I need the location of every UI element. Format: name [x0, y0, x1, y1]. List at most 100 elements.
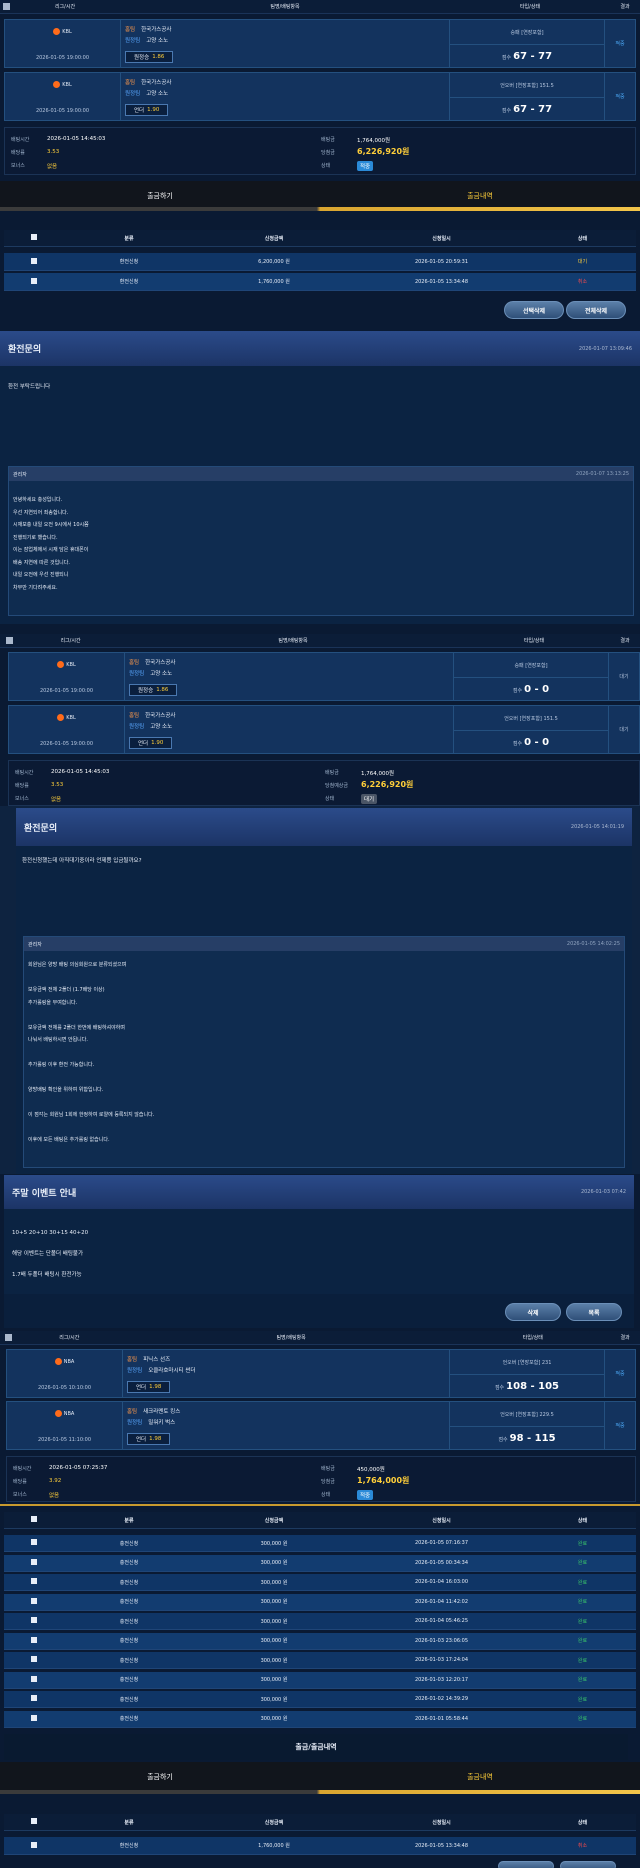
row-checkbox[interactable]: [31, 1695, 37, 1701]
tab-underline: [0, 1790, 640, 1794]
result-badge: 적중: [615, 1423, 625, 1429]
delete-selected-button[interactable]: [498, 1861, 554, 1868]
pick-box: 언더 1.98: [127, 1433, 171, 1445]
inquiry-title: 환전문의: [8, 345, 42, 355]
result-badge: 적중: [615, 41, 625, 47]
select-all-checkbox[interactable]: [31, 1818, 37, 1824]
header-checkbox[interactable]: [5, 1334, 12, 1341]
col-bet-items: 팀명/배팅항목: [270, 4, 300, 10]
home-tag: 홈팀: [125, 27, 136, 33]
delete-all-button[interactable]: [560, 1861, 616, 1868]
score-label: 점수: [501, 55, 512, 61]
table-row[interactable]: 충전신청 300,000 원 2026-01-03 23:06:05 완료: [4, 1632, 636, 1650]
table-row[interactable]: 환전신청 1,760,000 원 2026-01-05 13:34:48 취소: [4, 1837, 636, 1855]
table-row[interactable]: 충전신청 300,000 원 2026-01-04 11:42:02 완료: [4, 1593, 636, 1611]
row-checkbox[interactable]: [31, 1578, 37, 1584]
table-row[interactable]: 충전신청 300,000 원 2026-01-03 17:24:04 완료: [4, 1652, 636, 1669]
row-checkbox[interactable]: [31, 1617, 37, 1623]
away-team: 고양 소노: [146, 38, 169, 44]
row-checkbox[interactable]: [31, 1656, 37, 1662]
away-tag: 원정팀: [125, 38, 141, 44]
bet-type: 승패 [연장포함]: [510, 30, 544, 36]
row-checkbox[interactable]: [31, 1539, 37, 1545]
delete-button[interactable]: 삭제: [505, 1303, 561, 1321]
table-row[interactable]: 충전신청 300,000 원 2026-01-03 12:20:17 완료: [4, 1671, 636, 1689]
bet-row: NBA 2026-01-05 11:10:00 홈팀 새크라멘토 킹스 원정팀 밀워키…: [6, 1401, 636, 1450]
result-badge: 대기: [619, 674, 629, 680]
inquiry-body: 환전 부탁드립니다: [0, 366, 640, 456]
bet-time: 2026-01-05 14:45:03: [47, 136, 106, 142]
admin-reply: 관리자 2026-01-07 13:13:25 안녕하세요 충성입니다. 우선 지…: [8, 466, 634, 616]
row-checkbox[interactable]: [31, 1636, 37, 1643]
score: 108 - 105: [506, 1381, 560, 1392]
delete-selected-button[interactable]: 선택삭제: [504, 301, 564, 319]
status-text: 완료: [577, 1599, 588, 1605]
status-text: 완료: [577, 1618, 588, 1625]
reply-author: 관리자: [13, 471, 27, 478]
table-row[interactable]: 충전신청 300,000 원 2026-01-04 05:46:25 완료: [4, 1613, 636, 1630]
bet-summary: 배팅시간 2026-01-05 14:45:03 배당률 3.53 보너스 없음…: [4, 127, 636, 175]
row-checkbox[interactable]: [31, 257, 37, 264]
basketball-icon: [53, 81, 61, 88]
table-row[interactable]: 환전신청 6,200,000 원 2026-01-05 20:59:31 대기: [4, 253, 636, 271]
status-text: 완료: [577, 1540, 588, 1547]
row-checkbox[interactable]: [31, 1714, 37, 1721]
tab-withdraw[interactable]: 출금하기: [0, 1762, 320, 1792]
table-row[interactable]: 충전신청 300,000 원 2026-01-04 16:03:00 완료: [4, 1574, 636, 1591]
row-checkbox[interactable]: [31, 277, 37, 284]
event-header: 주말 이벤트 안내 2026-01-03 07:42: [4, 1175, 634, 1209]
table-row[interactable]: 충전신청 300,000 원 2026-01-05 07:16:37 완료: [4, 1535, 636, 1552]
pick-box: 원정승 1.86: [125, 51, 174, 63]
header-checkbox[interactable]: [3, 3, 10, 10]
row-checkbox[interactable]: [31, 1841, 37, 1848]
score: 0 - 0: [524, 737, 550, 748]
score: 67 - 77: [513, 51, 553, 62]
table-row[interactable]: 충전신청 300,000 원 2026-01-02 14:39:29 완료: [4, 1691, 636, 1708]
inquiry-date: 2026-01-07 13:09:46: [578, 345, 632, 352]
bet-table-header: 리그/시간 팀명/배팅항목 타입/상태 결과: [0, 0, 640, 14]
tab-withdraw-history[interactable]: 출금내역: [320, 1762, 640, 1792]
row-checkbox[interactable]: [31, 1675, 37, 1682]
bet-row: KBL 2026-01-05 19:00:00 홈팀 한국가스공사 원정팀 고양 소노…: [8, 652, 640, 701]
table-row[interactable]: 환전신청 1,760,000 원 2026-01-05 13:34:48 취소: [4, 273, 636, 291]
row-checkbox[interactable]: [31, 1597, 37, 1604]
event-title: 주말 이벤트 안내: [12, 1188, 77, 1199]
select-all-checkbox[interactable]: [31, 234, 37, 240]
status-text: 완료: [577, 1696, 588, 1703]
bet-row: KBL 2026-01-05 19:00:00 홈팀 한국가스공사 원정팀 고양 소노…: [4, 72, 636, 121]
history-table-header: 분류 신청금액 신청일시 상태: [4, 230, 636, 247]
inquiry-header: 환전문의 2026-01-07 13:09:46: [0, 331, 640, 366]
win-amount: 6,226,920원: [357, 147, 410, 156]
delete-all-button[interactable]: 전체삭제: [566, 301, 626, 319]
inquiry-text: 환전 부탁드립니다: [8, 384, 51, 390]
score: 0 - 0: [524, 684, 550, 695]
league-name: KBL: [62, 82, 72, 88]
row-checkbox[interactable]: [31, 1558, 37, 1565]
pick-box: 원정승 1.86: [129, 684, 178, 696]
status-text: 취소: [577, 1843, 588, 1849]
table-row[interactable]: 충전신청 300,000 원 2026-01-05 00:34:34 완료: [4, 1554, 636, 1572]
status-text: 대기: [577, 259, 588, 265]
select-all-checkbox[interactable]: [31, 1516, 37, 1522]
home-tag: 홈팀: [125, 80, 136, 86]
table-row[interactable]: 충전신청 300,000 원 2026-01-01 05:58:44 완료: [4, 1710, 636, 1728]
inquiry-header: 환전문의 2026-01-05 14:01:19: [16, 808, 632, 846]
status-text: 완료: [577, 1579, 588, 1586]
history-table-header: 분류 신청금액 신청일시 상태: [4, 1814, 636, 1831]
header-checkbox[interactable]: [6, 637, 13, 644]
bet-table-header: 리그/시간 팀명/배팅항목 타입/상태 결과: [0, 1331, 640, 1345]
total-odds: 3.53: [47, 149, 60, 155]
bonus: 없음: [47, 164, 58, 170]
status-badge: 적중: [357, 1490, 374, 1500]
withdraw-tabs: 출금하기 출금내역: [0, 1762, 640, 1792]
score-label: 점수: [501, 108, 512, 114]
bet-type: 언오버 [연장포함] 151.5: [500, 83, 554, 89]
col-type-status: 타입/상태: [519, 4, 541, 10]
deposit-table-header: 분류 신청금액 신청일시 상태: [4, 1512, 636, 1529]
home-team: 한국가스공사: [141, 27, 172, 33]
col-result: 결과: [620, 4, 630, 10]
list-button[interactable]: 목록: [566, 1303, 622, 1321]
col-league-time: 리그/시간: [54, 4, 76, 10]
status-text: 완료: [577, 1716, 588, 1722]
bet-summary: 배팅시간 2026-01-05 14:45:03 배당률 3.53 보너스 없음…: [8, 760, 640, 806]
